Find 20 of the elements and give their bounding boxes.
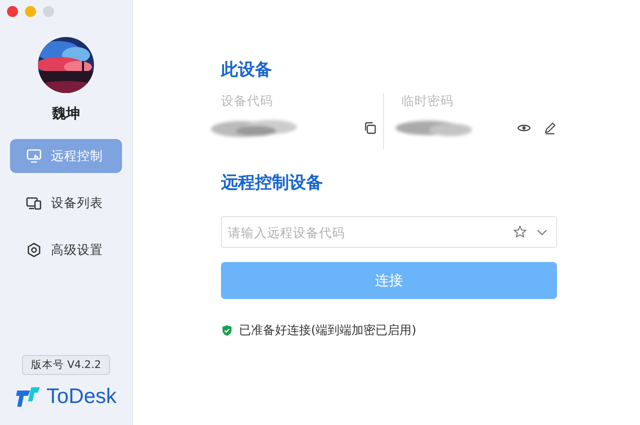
section-title: 远程控制设备 [221, 172, 324, 194]
star-icon[interactable] [513, 225, 527, 239]
device-code-label: 设备代码 [221, 93, 274, 110]
version-badge: 版本号 V4.2.2 [22, 355, 110, 375]
shield-check-icon [221, 324, 233, 337]
logo-icon [15, 386, 42, 408]
section-title: 此设备 [221, 59, 273, 81]
user-name: 魏坤 [52, 105, 80, 123]
sidebar-item[interactable]: 高级设置 [10, 233, 122, 267]
edit-icon[interactable] [543, 121, 557, 135]
status-text: 已准备好连接(端到端加密已启用) [239, 322, 416, 339]
password-label: 临时密码 [402, 93, 454, 110]
settings-icon [26, 242, 42, 258]
copy-icon[interactable] [362, 121, 376, 135]
close-button[interactable] [7, 6, 18, 17]
devices-icon [26, 195, 42, 211]
device-code-field[interactable]: 请输入远程设备代码 [221, 216, 557, 248]
monitor-icon [26, 148, 42, 164]
logo-text: ToDesk [46, 385, 117, 409]
sidebar-item[interactable]: 设备列表 [10, 186, 122, 220]
